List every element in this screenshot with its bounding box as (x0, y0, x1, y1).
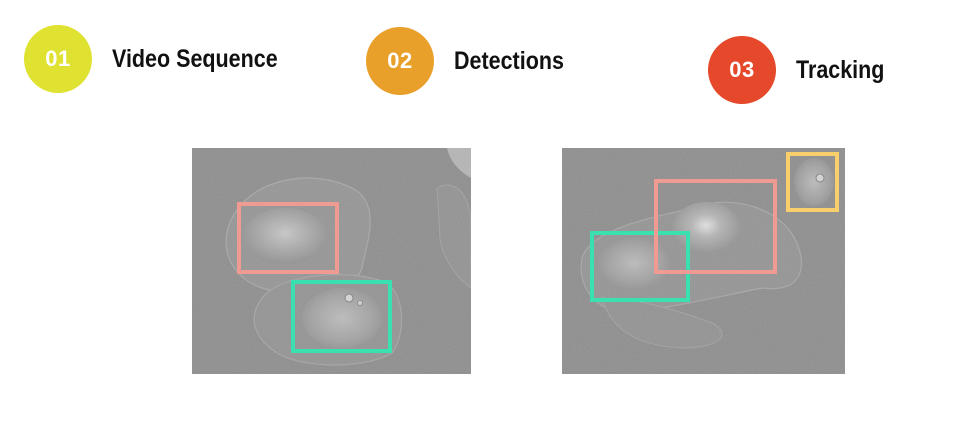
step-detections: 02 Detections (366, 27, 582, 95)
step-label: Detections (454, 46, 564, 75)
step-number-badge: 02 (366, 27, 434, 95)
tracking-microscopy-image (562, 148, 845, 374)
step-video-sequence: 01 Video Sequence (24, 25, 305, 93)
detections-microscopy-image (192, 148, 471, 374)
image-texture (192, 148, 471, 374)
step-tracking: 03 Tracking (708, 36, 899, 104)
step-label: Tracking (796, 55, 885, 84)
step-number-badge: 03 (708, 36, 776, 104)
step-number-badge: 01 (24, 25, 92, 93)
step-label: Video Sequence (112, 44, 278, 73)
